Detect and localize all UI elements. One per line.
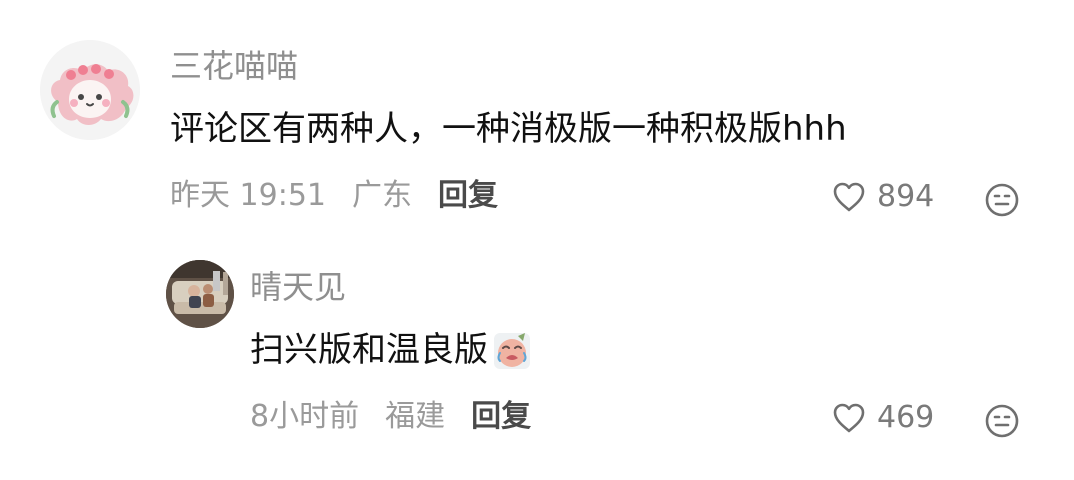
comment-location: 广东 [352,178,412,213]
username-main[interactable]: 三花喵喵 [170,50,298,82]
heart-outline-icon [831,402,867,434]
emoji-face-icon[interactable] [984,403,1020,439]
avatar-main[interactable] [40,40,140,140]
comment-text: 评论区有两种人，一种消极版一种积极版hhh [170,109,847,149]
like-count-reply: 469 [877,400,935,435]
username-reply[interactable]: 晴天见 [250,271,346,303]
like-count-main: 894 [877,179,935,214]
reply-time: 8小时前 [250,399,360,434]
reply-meta: 8小时前 福建 回复 [250,402,531,432]
emoji-face-icon[interactable] [984,182,1020,218]
crying-face-sticker [492,331,532,371]
avatar-reply[interactable] [166,260,234,328]
heart-outline-icon [831,181,867,213]
comment-time: 昨天 19:51 [170,178,326,213]
reply-button-reply[interactable]: 回复 [471,402,531,432]
reply-content: 扫兴版和温良版 [250,330,532,370]
like-button-main[interactable]: 894 [831,181,934,213]
like-button-reply[interactable]: 469 [831,402,934,434]
reply-location: 福建 [385,399,446,434]
reply-button-main[interactable]: 回复 [438,181,498,211]
comment-meta: 昨天 19:51 广东 回复 [170,181,498,211]
reply-text: 扫兴版和温良版 [250,330,488,370]
